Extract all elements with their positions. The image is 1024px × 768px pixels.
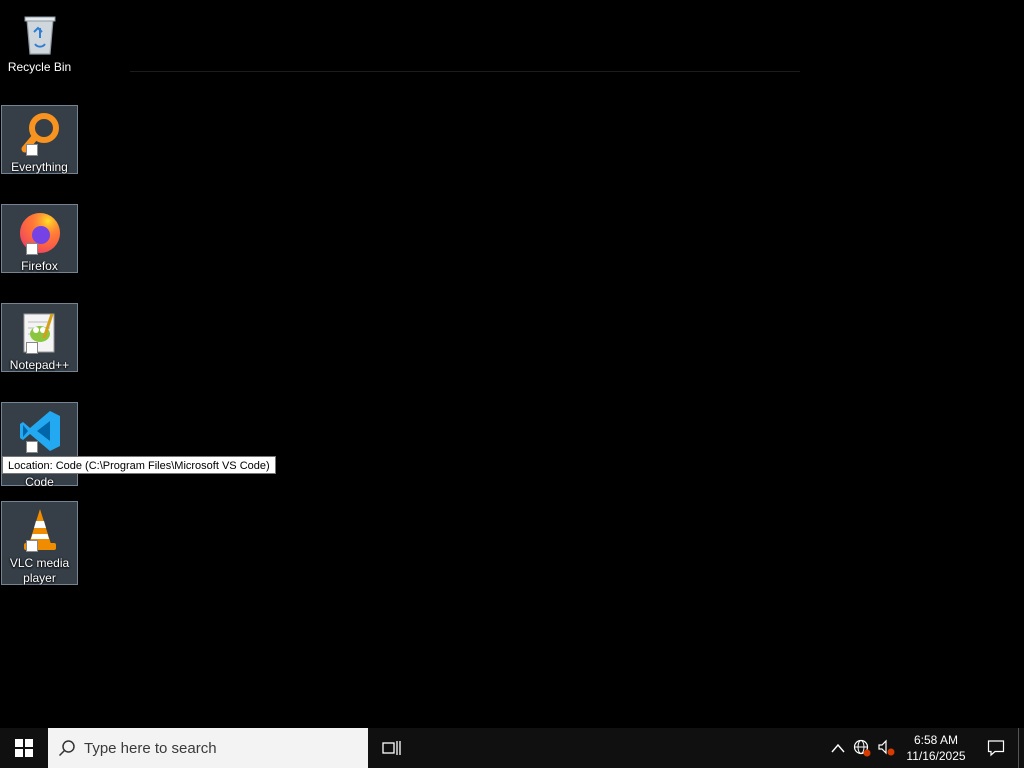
divider-line — [130, 71, 800, 72]
show-hidden-icons-button[interactable] — [826, 728, 850, 768]
desktop-icon-notepad-plus-plus[interactable]: Notepad++ — [1, 303, 78, 372]
shortcut-arrow-icon — [25, 441, 38, 453]
chevron-up-icon — [831, 743, 845, 753]
search-icon — [58, 740, 75, 757]
shortcut-arrow-icon — [25, 342, 38, 354]
desktop-icon-label: Notepad++ — [9, 358, 70, 372]
globe-network-icon — [853, 739, 871, 757]
desktop-icon-label: Code — [25, 475, 54, 489]
vlc-icon — [16, 506, 64, 554]
taskbar-search-box[interactable]: Type here to search — [48, 728, 368, 768]
start-button[interactable] — [0, 728, 48, 768]
desktop-icon-firefox[interactable]: Firefox — [1, 204, 78, 273]
task-view-button[interactable] — [368, 728, 416, 768]
desktop[interactable]: Recycle Bin Everything Firefox Notepad++… — [0, 0, 1024, 728]
speaker-muted-icon — [878, 739, 895, 756]
desktop-icon-label: Firefox — [21, 259, 58, 273]
clock[interactable]: 6:58 AM 11/16/2025 — [898, 728, 974, 768]
system-tray: 6:58 AM 11/16/2025 — [826, 728, 1024, 768]
show-desktop-button[interactable] — [1018, 728, 1024, 768]
action-center-button[interactable] — [974, 728, 1018, 768]
desktop-icon-recycle-bin[interactable]: Recycle Bin — [1, 6, 78, 78]
windows-logo-icon — [15, 739, 33, 757]
desktop-icon-label: Everything — [11, 160, 68, 174]
firefox-icon — [16, 209, 64, 257]
desktop-icon-everything[interactable]: Everything — [1, 105, 78, 174]
desktop-icon-label: Recycle Bin — [7, 60, 72, 74]
volume-button[interactable] — [874, 728, 898, 768]
taskbar: Type here to search 6:58 AM 11/16/2025 — [0, 728, 1024, 768]
clock-time: 6:58 AM — [913, 733, 959, 747]
notepad-plus-plus-icon — [16, 308, 64, 356]
shortcut-arrow-icon — [25, 243, 38, 255]
desktop-icon-vlc[interactable]: VLC media player — [1, 501, 78, 585]
network-button[interactable] — [850, 728, 874, 768]
search-placeholder: Type here to search — [84, 739, 217, 757]
vscode-icon — [16, 407, 64, 455]
recycle-bin-icon — [16, 10, 64, 58]
task-view-icon — [382, 741, 401, 755]
everything-search-icon — [16, 110, 64, 158]
desktop-icon-label: VLC media player — [9, 556, 70, 585]
tooltip-location: Location: Code (C:\Program Files\Microso… — [2, 456, 276, 474]
clock-date: 11/16/2025 — [906, 749, 966, 763]
shortcut-arrow-icon — [25, 144, 38, 156]
notification-icon — [987, 740, 1005, 757]
shortcut-arrow-icon — [25, 540, 38, 552]
